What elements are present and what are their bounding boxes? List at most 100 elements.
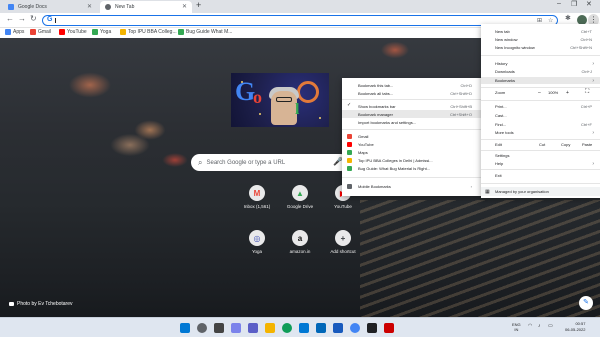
menu-item-help[interactable]: Help › (481, 160, 600, 167)
minimize-icon[interactable]: – (557, 0, 561, 7)
menu-item-label: New window (495, 37, 518, 42)
menu-item-downloads[interactable]: Downloads Ctrl+J (481, 68, 600, 75)
menu-item-new-tab[interactable]: New tab Ctrl+T (481, 28, 600, 35)
search-box[interactable]: ⌕ Search Google or type a URL 🎤 (191, 154, 349, 171)
bookmark-yoga[interactable]: Yoga (92, 29, 111, 35)
menu-item-label: Bookmark manager (358, 111, 393, 117)
menu-item-shortcut: Ctrl+Shift+B (450, 103, 472, 109)
google-drive-icon: ▲ (292, 185, 308, 201)
menu-item-import-bookmarks[interactable]: Import bookmarks and settings... (342, 118, 482, 126)
bookmark-label: Gmail (38, 29, 52, 35)
menu-item-shortcut: Ctrl+P (580, 104, 592, 109)
college-icon (120, 29, 126, 35)
close-tab-icon[interactable]: ✕ (182, 3, 187, 10)
star-icon[interactable]: ☆ (548, 17, 553, 24)
forward-button[interactable]: → (18, 14, 26, 23)
copy-button[interactable]: Copy (561, 142, 570, 147)
system-clock[interactable]: 00:57 06-05-2022 (565, 321, 585, 333)
bookmark-label: YouTube (67, 29, 87, 35)
maximize-icon[interactable]: ❐ (571, 0, 577, 8)
menu-item-bookmark-manager[interactable]: Bookmark manager Ctrl+Shift+O (342, 110, 482, 118)
edit-label: Edit (495, 142, 502, 147)
fullscreen-icon[interactable]: ⛶ (585, 89, 589, 96)
chrome-icon[interactable] (350, 323, 360, 333)
managed-by-organisation[interactable]: ▦ Managed by your organisation (481, 187, 600, 196)
menu-item-label: Managed by your organisation (495, 189, 549, 194)
back-button[interactable]: ← (6, 14, 14, 23)
battery-icon[interactable]: ▭ (548, 324, 553, 329)
shortcut-yoga[interactable]: ◎ Yoga (237, 230, 277, 254)
store-icon[interactable] (299, 323, 309, 333)
menu-item-label: Mobile Bookmarks (358, 183, 391, 189)
tab-title: Google Docs (18, 4, 47, 10)
gmail-icon (347, 134, 352, 139)
menu-item-new-window[interactable]: New window Ctrl+N (481, 36, 600, 43)
window-close-icon[interactable]: ✕ (586, 0, 592, 8)
menu-item-bookmark-all-tabs[interactable]: Bookmark all tabs... Ctrl+Shift+D (342, 89, 482, 97)
zoom-in-button[interactable]: + (566, 90, 569, 96)
menu-item-label: New tab (495, 29, 510, 34)
cut-button[interactable]: Cut (539, 142, 545, 147)
tab-new-tab[interactable]: New Tab ✕ (100, 1, 192, 13)
share-icon[interactable]: ⊞ (537, 17, 542, 24)
shortcut-add[interactable]: + Add shortcut (323, 230, 363, 254)
menu-bookmark-gmail[interactable]: Gmail (342, 132, 482, 140)
close-tab-icon[interactable]: ✕ (87, 3, 92, 10)
menu-item-find[interactable]: Find... Ctrl+F (481, 121, 600, 128)
menu-item-shortcut: Ctrl+J (581, 69, 592, 74)
menu-bookmark-maps[interactable]: Maps (342, 148, 482, 156)
shortcut-amazon[interactable]: a amazon.in (280, 230, 320, 254)
customize-pencil-icon[interactable]: ✎ (579, 296, 593, 310)
menu-item-incognito[interactable]: New Incognito window Ctrl+Shift+N (481, 44, 600, 51)
app-icon[interactable] (367, 323, 377, 333)
zoom-out-button[interactable]: – (538, 90, 541, 96)
menu-item-history[interactable]: History › (481, 60, 600, 67)
widgets-icon[interactable] (231, 323, 241, 333)
speaker-icon[interactable]: ♪ (538, 324, 541, 329)
menu-item-settings[interactable]: Settings (481, 152, 600, 159)
edge-icon[interactable] (282, 323, 292, 333)
acrobat-icon[interactable] (384, 323, 394, 333)
google-doodle[interactable]: G o l (231, 73, 329, 127)
language-indicator[interactable]: ENG IN (512, 322, 521, 332)
teams-chat-icon[interactable] (248, 323, 258, 333)
menu-bookmark-college[interactable]: Top IPU BBA Colleges in Delhi | Admissi.… (342, 156, 482, 164)
word-icon[interactable] (333, 323, 343, 333)
menu-item-label: Maps (358, 149, 368, 155)
file-explorer-icon[interactable] (265, 323, 275, 333)
shortcut-inbox[interactable]: M Inbox (1,561) (237, 185, 277, 209)
shortcut-google-drive[interactable]: ▲ Google Drive (280, 185, 320, 209)
menu-item-cast[interactable]: Cast... (481, 112, 600, 119)
wifi-icon[interactable]: ◠ (528, 324, 532, 329)
bookmark-college[interactable]: Top IPU BBA Colleg... (120, 29, 177, 35)
search-icon[interactable] (197, 323, 207, 333)
menu-item-label: More tools (495, 130, 514, 135)
reload-button[interactable]: ↻ (30, 14, 37, 23)
windows-start-icon[interactable] (180, 323, 190, 333)
bookmark-youtube[interactable]: YouTube (59, 29, 87, 35)
menu-item-shortcut: Ctrl+D (460, 82, 472, 88)
amazon-icon: a (292, 230, 308, 246)
menu-item-more-tools[interactable]: More tools › (481, 129, 600, 136)
paste-button[interactable]: Paste (582, 142, 592, 147)
menu-item-label: Top IPU BBA Colleges in Delhi | Admissi.… (358, 157, 433, 163)
tab-google-docs[interactable]: Google Docs ✕ (3, 1, 97, 13)
bookmark-apps[interactable]: Apps (5, 29, 24, 35)
checkmark-icon: ✓ (347, 102, 352, 108)
extensions-icon[interactable]: ✱ (565, 14, 571, 22)
menu-item-mobile-bookmarks[interactable]: Mobile Bookmarks › (342, 182, 482, 190)
menu-item-print[interactable]: Print... Ctrl+P (481, 103, 600, 110)
bookmark-gmail[interactable]: Gmail (30, 29, 51, 35)
menu-item-bookmarks[interactable]: Bookmarks › (481, 77, 600, 84)
new-tab-button[interactable]: + (196, 0, 201, 10)
menu-bookmark-bug-guide[interactable]: Bug Guide: What Bug Material Is Right... (342, 164, 482, 172)
mail-icon[interactable] (316, 323, 326, 333)
menu-item-show-bookmarks-bar[interactable]: ✓ Show bookmarks bar Ctrl+Shift+B (342, 102, 482, 110)
bookmark-bug-guide[interactable]: Bug Guide What M... (178, 29, 232, 35)
menu-item-exit[interactable]: Exit (481, 172, 600, 179)
photo-credit[interactable]: Photo by Ev Tchebotarev (9, 301, 73, 307)
task-view-icon[interactable] (214, 323, 224, 333)
menu-bookmark-youtube[interactable]: YouTube (342, 140, 482, 148)
bug-icon (347, 166, 352, 171)
menu-item-bookmark-tab[interactable]: Bookmark this tab... Ctrl+D (342, 81, 482, 89)
